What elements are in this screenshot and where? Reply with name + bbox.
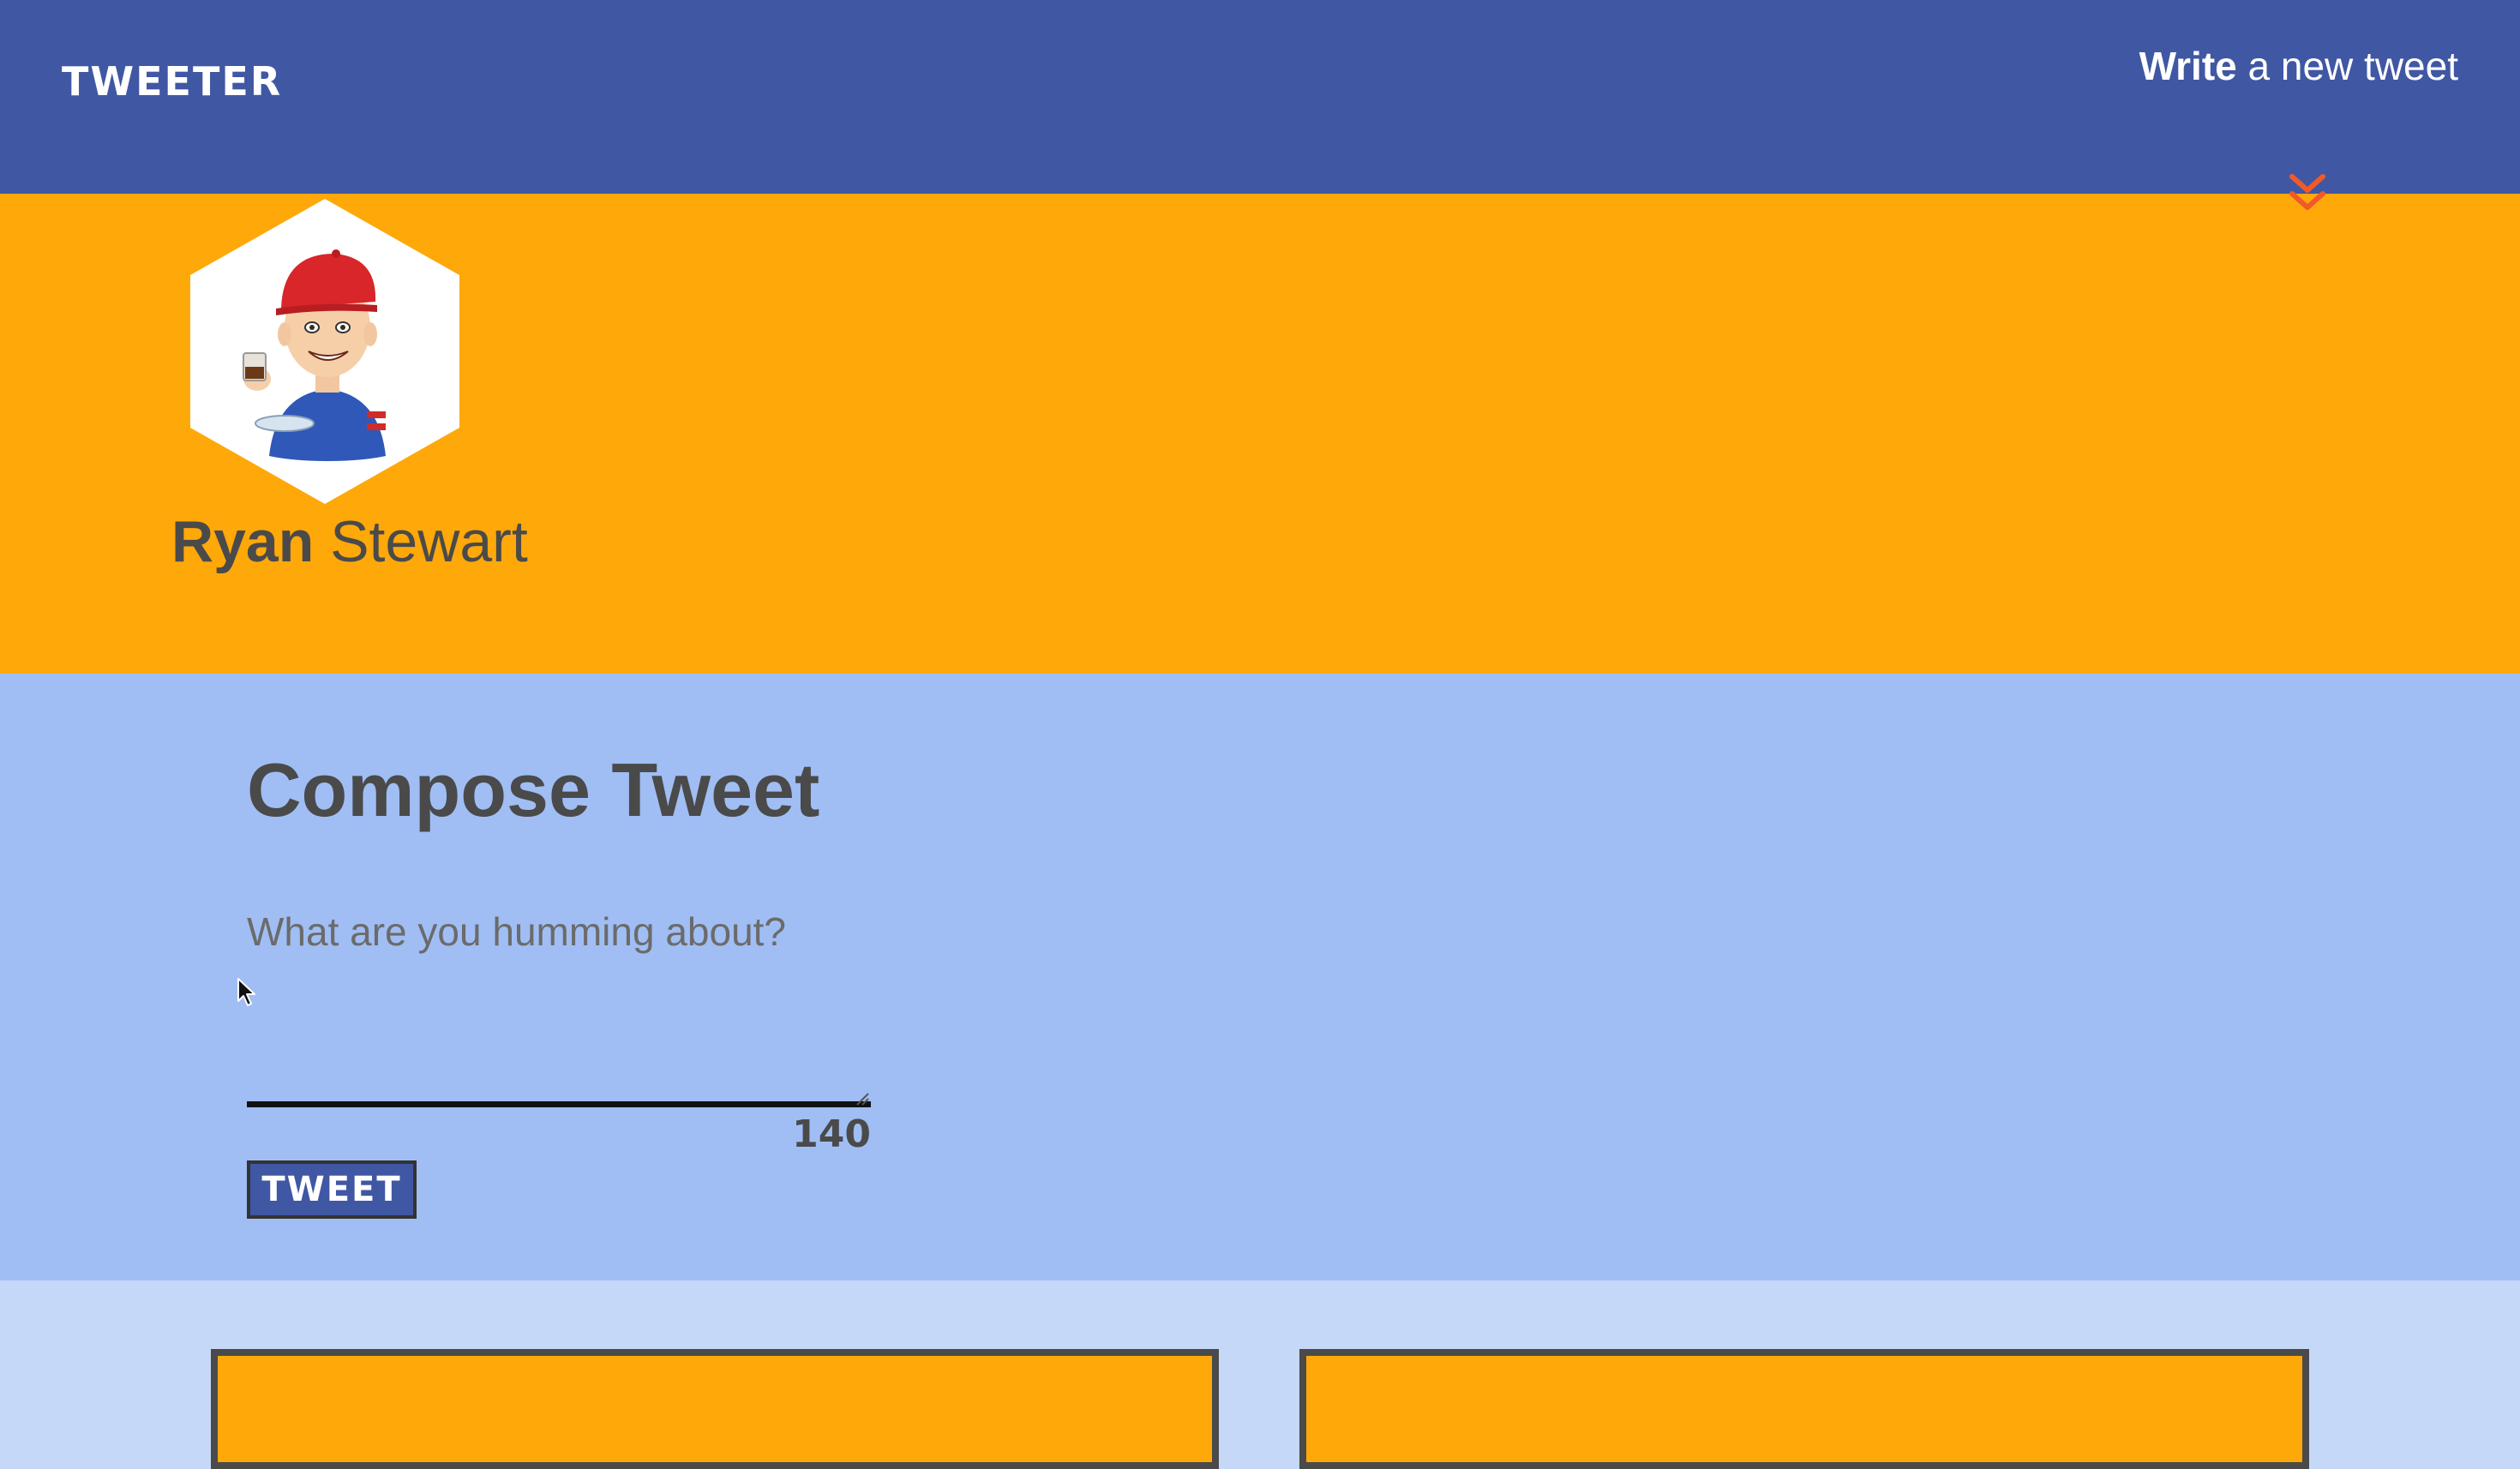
mouse-cursor-icon [237,978,255,1006]
write-tweet-rest: a new tweet [2247,44,2458,88]
profile-first-name: Ryan [171,509,315,574]
tweet-input[interactable] [247,908,871,1107]
write-tweet-strong: Write [2139,44,2237,88]
user-avatar [190,199,459,504]
write-tweet-toggle[interactable]: Write a new tweet [2139,46,2458,86]
top-nav: TWEETER Write a new tweet [0,0,2520,194]
profile-last-name: Stewart [330,509,528,574]
compose-title: Compose Tweet [247,747,820,832]
resize-grip-icon[interactable] [854,1090,869,1106]
tweet-card [211,1349,1219,1469]
profile-name: Ryan Stewart [171,513,528,571]
app-logo[interactable]: TWEETER [62,62,282,101]
tweet-button[interactable]: TWEET [247,1160,417,1219]
tweet-card [1299,1349,2309,1469]
character-counter: 140 [792,1112,871,1156]
double-chevron-down-icon[interactable] [2289,171,2326,213]
